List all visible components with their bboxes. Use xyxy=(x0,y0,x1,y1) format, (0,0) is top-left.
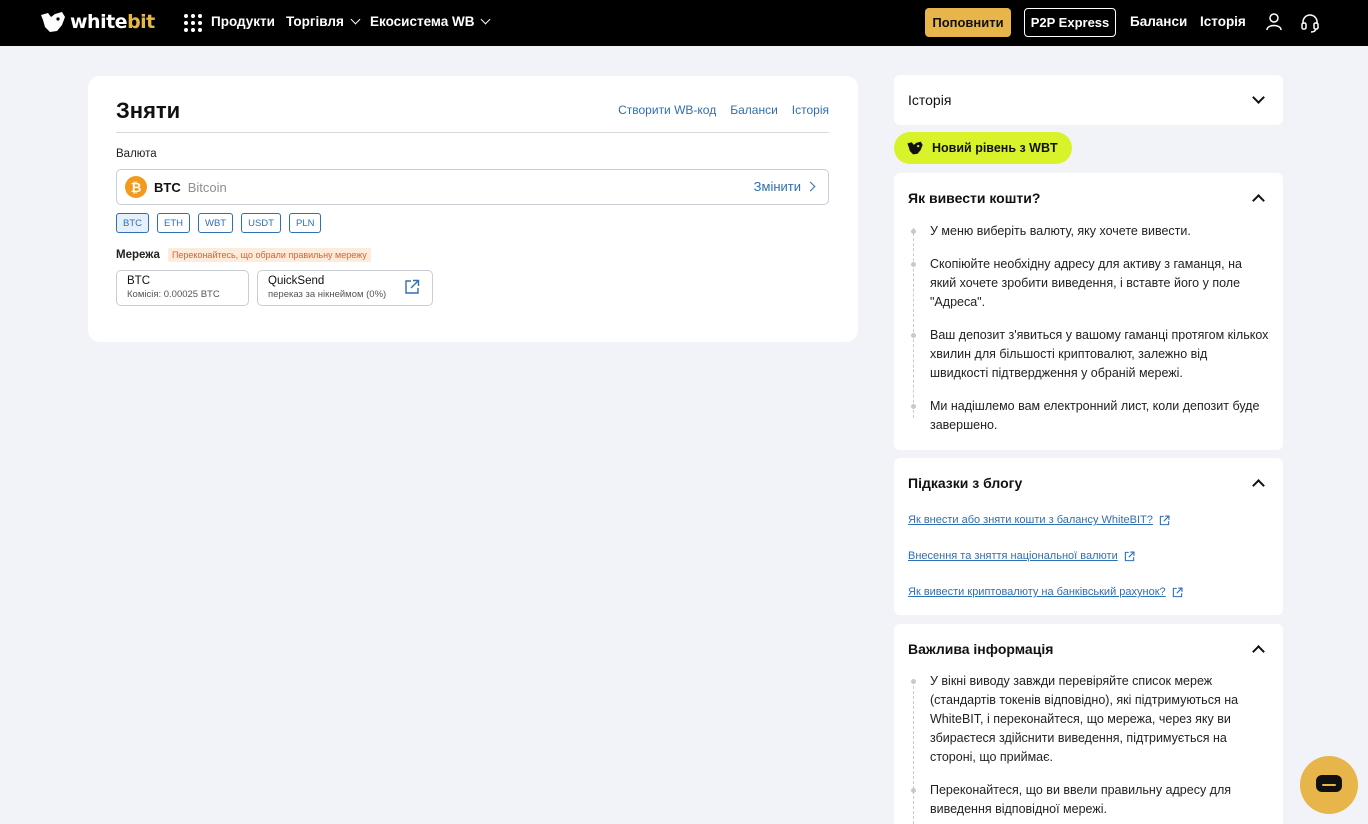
nav-trading-label: Торгівля xyxy=(286,14,344,29)
currency-label: Валюта xyxy=(116,148,157,160)
whitebit-logo-icon xyxy=(907,141,923,155)
whitebit-logo-icon xyxy=(41,12,65,32)
p2p-express-button[interactable]: P2P Express xyxy=(1024,8,1116,37)
withdraw-top-links: Створити WB-код Баланси Історія xyxy=(618,103,829,117)
withdraw-card: Зняти Створити WB-код Баланси Історія Ва… xyxy=(88,76,858,342)
network-option-subtitle: Комісія: 0.00025 BTC xyxy=(127,289,220,300)
bitcoin-icon: ₿ xyxy=(125,176,147,198)
important-info-title: Важлива інформація xyxy=(908,641,1054,657)
chat-bubble-icon xyxy=(1316,775,1342,792)
currency-name: Bitcoin xyxy=(187,179,227,195)
network-warning-badge: Переконайтесь, що обрали правильну мереж… xyxy=(167,248,371,262)
chat-support-button[interactable] xyxy=(1300,756,1358,814)
title-divider xyxy=(116,132,829,133)
blog-link[interactable]: Як внести або зняти кошти з балансу Whit… xyxy=(908,514,1170,526)
how-to-withdraw-title: Як вивести кошти? xyxy=(908,190,1041,206)
blog-link[interactable]: Як вивести криптовалюту на банківський р… xyxy=(908,586,1183,598)
chevron-up-icon[interactable] xyxy=(1252,194,1265,207)
nav-ecosystem-label: Екосистема WB xyxy=(370,14,475,29)
external-link-icon xyxy=(1172,586,1183,597)
network-option-btc[interactable]: BTC Комісія: 0.00025 BTC xyxy=(116,270,249,306)
blog-link-text: Внесення та зняття національної валюти xyxy=(908,550,1118,562)
blog-tips-panel: Підказки з блогу Як внести або зняти кош… xyxy=(894,458,1283,615)
nav-products-label: Продукти xyxy=(211,14,275,29)
nav-ecosystem[interactable]: Екосистема WB xyxy=(370,14,491,29)
history-panel[interactable]: Історія xyxy=(894,75,1283,125)
chevron-up-icon[interactable] xyxy=(1252,479,1265,492)
blog-link-text: Як вивести криптовалюту на банківський р… xyxy=(908,586,1166,598)
network-option-title: QuickSend xyxy=(268,275,325,287)
wbt-level-badge[interactable]: Новий рівень з WBT xyxy=(894,132,1072,164)
network-option-title: BTC xyxy=(127,275,150,287)
step-item: Ми надішлемо вам електронний лист, коли … xyxy=(908,397,1269,435)
nav-products[interactable]: Продукти xyxy=(211,14,275,29)
step-item: Переконайтеся, що ви ввели правильну адр… xyxy=(908,781,1269,819)
chevron-up-icon[interactable] xyxy=(1252,645,1265,658)
chevron-down-icon[interactable] xyxy=(1252,91,1265,104)
logo-text: whitebit xyxy=(70,11,155,33)
create-wb-code-link[interactable]: Створити WB-код xyxy=(618,103,716,117)
chip-wbt[interactable]: WBT xyxy=(198,213,234,233)
currency-code: BTC xyxy=(154,179,181,195)
network-row: Мережа Переконайтесь, що обрали правильн… xyxy=(116,248,371,262)
history-link[interactable]: Історія xyxy=(792,103,829,117)
blog-link-text: Як внести або зняти кошти з балансу Whit… xyxy=(908,514,1153,526)
important-info-panel: Важлива інформація У вікні виводу завжди… xyxy=(894,624,1283,824)
change-currency-label: Змінити xyxy=(753,179,801,194)
nav-history[interactable]: Історія xyxy=(1200,14,1246,29)
external-link-icon xyxy=(1159,514,1170,525)
blog-link[interactable]: Внесення та зняття національної валюти xyxy=(908,550,1135,562)
step-item: Скопіюйте необхідну адресу для активу з … xyxy=(908,255,1269,312)
chevron-right-icon xyxy=(805,181,816,192)
network-option-subtitle: переказ за нікнеймом (0%) xyxy=(268,289,387,300)
external-link-icon xyxy=(1124,550,1135,561)
chip-pln[interactable]: PLN xyxy=(288,213,322,233)
history-panel-title: Історія xyxy=(908,92,952,108)
nav-trading[interactable]: Торгівля xyxy=(286,14,361,29)
currency-select[interactable]: ₿ BTC Bitcoin Змінити xyxy=(116,169,829,205)
important-steps: У вікні виводу завжди перевіряйте список… xyxy=(908,672,1269,819)
wbt-badge-label: Новий рівень з WBT xyxy=(932,141,1058,155)
how-to-steps: У меню виберіть валюту, яку хочете вивес… xyxy=(908,222,1269,435)
headset-icon[interactable] xyxy=(1300,13,1320,33)
chip-eth[interactable]: ETH xyxy=(157,213,190,233)
chevron-down-icon xyxy=(350,14,361,25)
blog-tips-title: Підказки з блогу xyxy=(908,475,1023,491)
nav-balances[interactable]: Баланси xyxy=(1130,14,1187,29)
network-label: Мережа xyxy=(116,249,160,261)
step-item: У меню виберіть валюту, яку хочете вивес… xyxy=(908,222,1269,241)
apps-grid-icon[interactable] xyxy=(184,14,202,32)
external-link-icon[interactable] xyxy=(404,279,420,295)
how-to-withdraw-panel: Як вивести кошти? У меню виберіть валюту… xyxy=(894,173,1283,450)
step-item: У вікні виводу завжди перевіряйте список… xyxy=(908,672,1269,767)
chevron-down-icon xyxy=(481,14,491,25)
deposit-button[interactable]: Поповнити xyxy=(925,8,1011,37)
page-title: Зняти xyxy=(116,98,181,123)
chip-btc[interactable]: BTC xyxy=(116,213,149,233)
network-option-quicksend[interactable]: QuickSend переказ за нікнеймом (0%) xyxy=(257,270,433,306)
chip-usdt[interactable]: USDT xyxy=(241,213,281,233)
top-navbar: whitebit Продукти Торгівля Екосистема WB… xyxy=(0,0,1368,46)
balances-link[interactable]: Баланси xyxy=(730,103,778,117)
whitebit-logo[interactable]: whitebit xyxy=(40,10,155,34)
change-currency-button[interactable]: Змінити xyxy=(753,179,816,194)
currency-quick-chips: BTC ETH WBT USDT PLN xyxy=(116,213,322,233)
step-item: Ваш депозит з'явиться у вашому гаманці п… xyxy=(908,326,1269,383)
user-icon[interactable] xyxy=(1266,13,1282,31)
